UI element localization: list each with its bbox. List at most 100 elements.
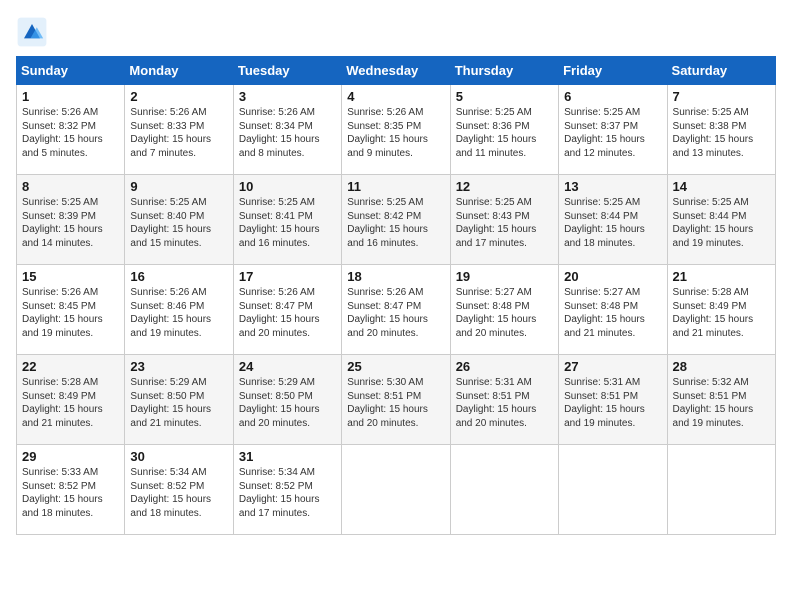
day-detail: Sunrise: 5:33 AM Sunset: 8:52 PM Dayligh… — [22, 466, 119, 520]
calendar-cell: 9 Sunrise: 5:25 AM Sunset: 8:40 PM Dayli… — [125, 175, 233, 265]
calendar-cell: 15 Sunrise: 5:26 AM Sunset: 8:45 PM Dayl… — [17, 265, 125, 355]
weekday-header: Monday — [125, 57, 233, 85]
day-detail: Sunrise: 5:26 AM Sunset: 8:34 PM Dayligh… — [239, 106, 336, 160]
calendar-cell: 27 Sunrise: 5:31 AM Sunset: 8:51 PM Dayl… — [559, 355, 667, 445]
day-detail: Sunrise: 5:26 AM Sunset: 8:47 PM Dayligh… — [347, 286, 444, 340]
weekday-header: Tuesday — [233, 57, 341, 85]
calendar-cell: 2 Sunrise: 5:26 AM Sunset: 8:33 PM Dayli… — [125, 85, 233, 175]
day-detail: Sunrise: 5:26 AM Sunset: 8:47 PM Dayligh… — [239, 286, 336, 340]
day-number: 18 — [347, 269, 444, 284]
day-detail: Sunrise: 5:25 AM Sunset: 8:40 PM Dayligh… — [130, 196, 227, 250]
day-detail: Sunrise: 5:28 AM Sunset: 8:49 PM Dayligh… — [22, 376, 119, 430]
day-number: 9 — [130, 179, 227, 194]
day-detail: Sunrise: 5:28 AM Sunset: 8:49 PM Dayligh… — [673, 286, 770, 340]
calendar-table: SundayMondayTuesdayWednesdayThursdayFrid… — [16, 56, 776, 535]
day-number: 31 — [239, 449, 336, 464]
calendar-cell: 28 Sunrise: 5:32 AM Sunset: 8:51 PM Dayl… — [667, 355, 775, 445]
day-detail: Sunrise: 5:25 AM Sunset: 8:44 PM Dayligh… — [564, 196, 661, 250]
weekday-header: Friday — [559, 57, 667, 85]
day-detail: Sunrise: 5:31 AM Sunset: 8:51 PM Dayligh… — [456, 376, 553, 430]
calendar-cell: 29 Sunrise: 5:33 AM Sunset: 8:52 PM Dayl… — [17, 445, 125, 535]
day-detail: Sunrise: 5:32 AM Sunset: 8:51 PM Dayligh… — [673, 376, 770, 430]
calendar-cell — [559, 445, 667, 535]
calendar-cell: 19 Sunrise: 5:27 AM Sunset: 8:48 PM Dayl… — [450, 265, 558, 355]
day-number: 22 — [22, 359, 119, 374]
page-header — [16, 16, 776, 48]
day-number: 19 — [456, 269, 553, 284]
calendar-cell: 22 Sunrise: 5:28 AM Sunset: 8:49 PM Dayl… — [17, 355, 125, 445]
logo-icon — [16, 16, 48, 48]
logo — [16, 16, 52, 48]
day-number: 8 — [22, 179, 119, 194]
calendar-cell — [667, 445, 775, 535]
calendar-week-row: 29 Sunrise: 5:33 AM Sunset: 8:52 PM Dayl… — [17, 445, 776, 535]
day-detail: Sunrise: 5:25 AM Sunset: 8:43 PM Dayligh… — [456, 196, 553, 250]
calendar-cell: 12 Sunrise: 5:25 AM Sunset: 8:43 PM Dayl… — [450, 175, 558, 265]
weekday-header: Sunday — [17, 57, 125, 85]
calendar-cell: 10 Sunrise: 5:25 AM Sunset: 8:41 PM Dayl… — [233, 175, 341, 265]
day-detail: Sunrise: 5:26 AM Sunset: 8:32 PM Dayligh… — [22, 106, 119, 160]
day-detail: Sunrise: 5:26 AM Sunset: 8:33 PM Dayligh… — [130, 106, 227, 160]
day-detail: Sunrise: 5:26 AM Sunset: 8:35 PM Dayligh… — [347, 106, 444, 160]
day-number: 28 — [673, 359, 770, 374]
day-number: 15 — [22, 269, 119, 284]
calendar-cell: 23 Sunrise: 5:29 AM Sunset: 8:50 PM Dayl… — [125, 355, 233, 445]
day-detail: Sunrise: 5:29 AM Sunset: 8:50 PM Dayligh… — [239, 376, 336, 430]
day-detail: Sunrise: 5:34 AM Sunset: 8:52 PM Dayligh… — [239, 466, 336, 520]
calendar-week-row: 1 Sunrise: 5:26 AM Sunset: 8:32 PM Dayli… — [17, 85, 776, 175]
day-number: 3 — [239, 89, 336, 104]
day-number: 5 — [456, 89, 553, 104]
day-number: 7 — [673, 89, 770, 104]
calendar-cell: 26 Sunrise: 5:31 AM Sunset: 8:51 PM Dayl… — [450, 355, 558, 445]
calendar-cell: 13 Sunrise: 5:25 AM Sunset: 8:44 PM Dayl… — [559, 175, 667, 265]
day-number: 4 — [347, 89, 444, 104]
day-detail: Sunrise: 5:34 AM Sunset: 8:52 PM Dayligh… — [130, 466, 227, 520]
day-number: 13 — [564, 179, 661, 194]
day-number: 20 — [564, 269, 661, 284]
calendar-cell — [342, 445, 450, 535]
day-number: 6 — [564, 89, 661, 104]
calendar-cell: 3 Sunrise: 5:26 AM Sunset: 8:34 PM Dayli… — [233, 85, 341, 175]
calendar-cell: 25 Sunrise: 5:30 AM Sunset: 8:51 PM Dayl… — [342, 355, 450, 445]
day-number: 14 — [673, 179, 770, 194]
calendar-cell: 7 Sunrise: 5:25 AM Sunset: 8:38 PM Dayli… — [667, 85, 775, 175]
calendar-cell: 11 Sunrise: 5:25 AM Sunset: 8:42 PM Dayl… — [342, 175, 450, 265]
day-number: 2 — [130, 89, 227, 104]
weekday-header: Thursday — [450, 57, 558, 85]
calendar-week-row: 15 Sunrise: 5:26 AM Sunset: 8:45 PM Dayl… — [17, 265, 776, 355]
calendar-cell: 20 Sunrise: 5:27 AM Sunset: 8:48 PM Dayl… — [559, 265, 667, 355]
calendar-cell: 31 Sunrise: 5:34 AM Sunset: 8:52 PM Dayl… — [233, 445, 341, 535]
day-number: 11 — [347, 179, 444, 194]
calendar-week-row: 8 Sunrise: 5:25 AM Sunset: 8:39 PM Dayli… — [17, 175, 776, 265]
day-number: 26 — [456, 359, 553, 374]
day-detail: Sunrise: 5:27 AM Sunset: 8:48 PM Dayligh… — [564, 286, 661, 340]
day-number: 1 — [22, 89, 119, 104]
day-number: 23 — [130, 359, 227, 374]
calendar-cell: 4 Sunrise: 5:26 AM Sunset: 8:35 PM Dayli… — [342, 85, 450, 175]
calendar-cell: 18 Sunrise: 5:26 AM Sunset: 8:47 PM Dayl… — [342, 265, 450, 355]
day-detail: Sunrise: 5:31 AM Sunset: 8:51 PM Dayligh… — [564, 376, 661, 430]
day-number: 16 — [130, 269, 227, 284]
day-detail: Sunrise: 5:25 AM Sunset: 8:41 PM Dayligh… — [239, 196, 336, 250]
day-number: 27 — [564, 359, 661, 374]
day-number: 10 — [239, 179, 336, 194]
day-detail: Sunrise: 5:30 AM Sunset: 8:51 PM Dayligh… — [347, 376, 444, 430]
day-detail: Sunrise: 5:27 AM Sunset: 8:48 PM Dayligh… — [456, 286, 553, 340]
calendar-cell: 16 Sunrise: 5:26 AM Sunset: 8:46 PM Dayl… — [125, 265, 233, 355]
weekday-header: Wednesday — [342, 57, 450, 85]
day-detail: Sunrise: 5:25 AM Sunset: 8:39 PM Dayligh… — [22, 196, 119, 250]
day-detail: Sunrise: 5:26 AM Sunset: 8:45 PM Dayligh… — [22, 286, 119, 340]
day-detail: Sunrise: 5:25 AM Sunset: 8:44 PM Dayligh… — [673, 196, 770, 250]
calendar-cell — [450, 445, 558, 535]
day-detail: Sunrise: 5:26 AM Sunset: 8:46 PM Dayligh… — [130, 286, 227, 340]
calendar-cell: 6 Sunrise: 5:25 AM Sunset: 8:37 PM Dayli… — [559, 85, 667, 175]
calendar-cell: 8 Sunrise: 5:25 AM Sunset: 8:39 PM Dayli… — [17, 175, 125, 265]
calendar-cell: 17 Sunrise: 5:26 AM Sunset: 8:47 PM Dayl… — [233, 265, 341, 355]
calendar-cell: 5 Sunrise: 5:25 AM Sunset: 8:36 PM Dayli… — [450, 85, 558, 175]
day-number: 12 — [456, 179, 553, 194]
calendar-cell: 21 Sunrise: 5:28 AM Sunset: 8:49 PM Dayl… — [667, 265, 775, 355]
weekday-header-row: SundayMondayTuesdayWednesdayThursdayFrid… — [17, 57, 776, 85]
day-number: 25 — [347, 359, 444, 374]
weekday-header: Saturday — [667, 57, 775, 85]
day-detail: Sunrise: 5:25 AM Sunset: 8:37 PM Dayligh… — [564, 106, 661, 160]
